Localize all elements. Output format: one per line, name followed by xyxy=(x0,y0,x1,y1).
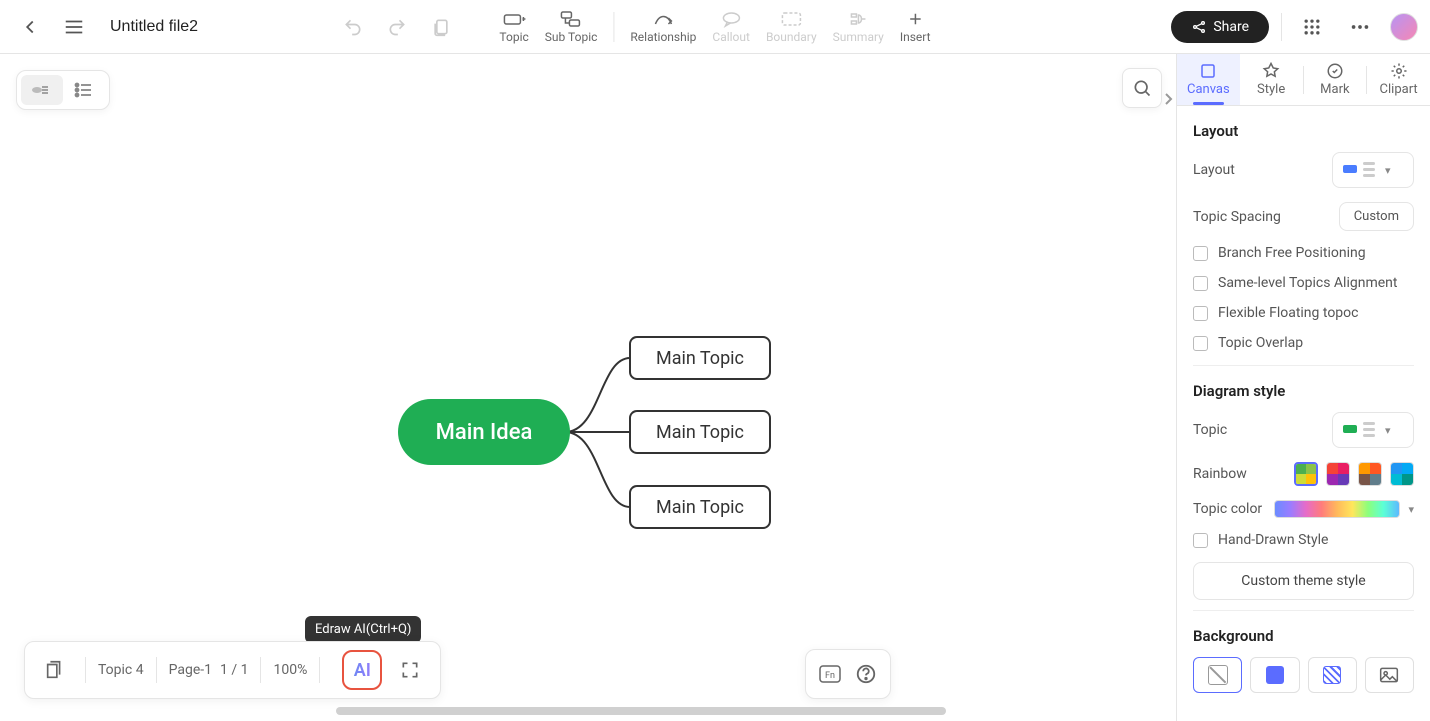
checkbox-label: Flexible Floating topoc xyxy=(1218,305,1358,321)
tab-label: Style xyxy=(1257,82,1285,97)
tool-label: Boundary xyxy=(766,30,817,44)
edraw-ai-button[interactable]: AI xyxy=(342,650,382,690)
tool-label: Insert xyxy=(900,30,931,44)
ai-tooltip: Edraw AI(Ctrl+Q) xyxy=(305,616,421,643)
tool-topic[interactable]: Topic xyxy=(491,6,536,48)
avatar[interactable] xyxy=(1390,13,1418,41)
layout-selector[interactable]: ▾ xyxy=(1332,152,1414,188)
panel-collapse-toggle[interactable] xyxy=(1159,79,1177,119)
help-panel: Fn xyxy=(805,649,891,699)
share-button[interactable]: Share xyxy=(1171,11,1269,43)
layout-label: Layout xyxy=(1193,162,1235,178)
search-button[interactable] xyxy=(1122,68,1162,108)
tab-clipart[interactable]: Clipart xyxy=(1367,54,1430,105)
right-sidebar: Canvas Style Mark Clipart Layout Layout xyxy=(1176,54,1430,721)
clipboard-button[interactable] xyxy=(423,9,459,45)
fullscreen-button[interactable] xyxy=(392,652,428,688)
back-button[interactable] xyxy=(12,9,48,45)
chevron-down-icon: ▾ xyxy=(1385,164,1391,177)
tab-canvas[interactable]: Canvas xyxy=(1177,54,1240,105)
topic-node[interactable]: Main Topic xyxy=(629,336,771,380)
rainbow-option-2[interactable] xyxy=(1326,462,1350,486)
checkbox-label: Topic Overlap xyxy=(1218,335,1303,351)
background-solid[interactable] xyxy=(1250,657,1299,693)
checkbox-icon xyxy=(1193,246,1208,261)
tool-summary[interactable]: Summary xyxy=(825,6,892,48)
topic-style-selector[interactable]: ▾ xyxy=(1332,412,1414,448)
custom-theme-style-button[interactable]: Custom theme style xyxy=(1193,562,1414,600)
view-mode-outline[interactable] xyxy=(63,75,105,105)
filename-input[interactable] xyxy=(110,18,317,36)
checkbox-branch-free[interactable]: Branch Free Positioning xyxy=(1193,245,1414,261)
background-none[interactable] xyxy=(1193,657,1242,693)
checkbox-hand-drawn[interactable]: Hand-Drawn Style xyxy=(1193,532,1414,548)
tool-label: Summary xyxy=(833,30,884,44)
rainbow-option-4[interactable] xyxy=(1390,462,1414,486)
topic-color-label: Topic color xyxy=(1193,501,1262,517)
tool-sub-topic[interactable]: Sub Topic xyxy=(537,6,606,48)
topic-spacing-custom-button[interactable]: Custom xyxy=(1339,202,1414,231)
checkbox-topic-overlap[interactable]: Topic Overlap xyxy=(1193,335,1414,351)
checkbox-label: Hand-Drawn Style xyxy=(1218,532,1328,548)
tool-label: Sub Topic xyxy=(545,30,598,44)
fn-button[interactable]: Fn xyxy=(812,656,848,692)
view-mode-mindmap[interactable] xyxy=(21,75,63,105)
rainbow-label: Rainbow xyxy=(1193,466,1247,482)
checkbox-icon xyxy=(1193,533,1208,548)
redo-button[interactable] xyxy=(379,9,415,45)
background-image[interactable] xyxy=(1365,657,1414,693)
checkbox-icon xyxy=(1193,276,1208,291)
tab-style[interactable]: Style xyxy=(1240,54,1303,105)
horizontal-scrollbar[interactable] xyxy=(280,707,1010,717)
view-mode-switcher xyxy=(16,70,110,110)
tab-label: Clipart xyxy=(1380,82,1418,97)
chevron-down-icon: ▾ xyxy=(1385,424,1391,437)
section-background-title: Background xyxy=(1193,627,1414,645)
pages-button[interactable] xyxy=(37,652,73,688)
section-diagram-title: Diagram style xyxy=(1193,382,1414,400)
tab-label: Canvas xyxy=(1187,82,1230,97)
topic-color-selector[interactable] xyxy=(1274,500,1400,518)
topic-style-label: Topic xyxy=(1193,422,1227,438)
checkbox-flexible-floating[interactable]: Flexible Floating topoc xyxy=(1193,305,1414,321)
topic-node[interactable]: Main Topic xyxy=(629,485,771,529)
share-label: Share xyxy=(1213,19,1249,35)
tool-label: Callout xyxy=(712,30,750,44)
rainbow-option-3[interactable] xyxy=(1358,462,1382,486)
more-button[interactable] xyxy=(1342,9,1378,45)
checkbox-label: Same-level Topics Alignment xyxy=(1218,275,1397,291)
tool-callout[interactable]: Callout xyxy=(704,6,758,48)
topic-spacing-label: Topic Spacing xyxy=(1193,209,1281,225)
menu-button[interactable] xyxy=(56,9,92,45)
main-idea-node[interactable]: Main Idea xyxy=(398,399,570,465)
svg-text:Fn: Fn xyxy=(825,671,835,681)
tab-label: Mark xyxy=(1320,82,1349,97)
tab-mark[interactable]: Mark xyxy=(1304,54,1367,105)
zoom-label[interactable]: 100% xyxy=(273,662,307,678)
help-button[interactable] xyxy=(848,656,884,692)
tool-boundary[interactable]: Boundary xyxy=(758,6,825,48)
topic-node[interactable]: Main Topic xyxy=(629,410,771,454)
checkbox-icon xyxy=(1193,336,1208,351)
rainbow-option-1[interactable] xyxy=(1294,462,1318,486)
undo-button[interactable] xyxy=(335,9,371,45)
tool-label: Relationship xyxy=(630,30,696,44)
canvas[interactable]: Main Idea Main Topic Main Topic Main Top… xyxy=(0,54,1176,721)
tool-label: Topic xyxy=(499,30,528,44)
tool-insert[interactable]: Insert xyxy=(892,6,939,48)
checkbox-same-level[interactable]: Same-level Topics Alignment xyxy=(1193,275,1414,291)
chevron-down-icon: ▾ xyxy=(1408,503,1414,516)
page-label[interactable]: Page-1 xyxy=(169,662,212,678)
tool-relationship[interactable]: Relationship xyxy=(622,6,704,48)
status-panel: Topic 4 Page-1 1 / 1 100% AI xyxy=(24,641,441,699)
topic-count: Topic 4 xyxy=(98,662,144,678)
section-layout-title: Layout xyxy=(1193,122,1414,140)
checkbox-icon xyxy=(1193,306,1208,321)
background-pattern[interactable] xyxy=(1308,657,1357,693)
page-count: 1 / 1 xyxy=(220,662,248,678)
checkbox-label: Branch Free Positioning xyxy=(1218,245,1366,261)
apps-button[interactable] xyxy=(1294,9,1330,45)
